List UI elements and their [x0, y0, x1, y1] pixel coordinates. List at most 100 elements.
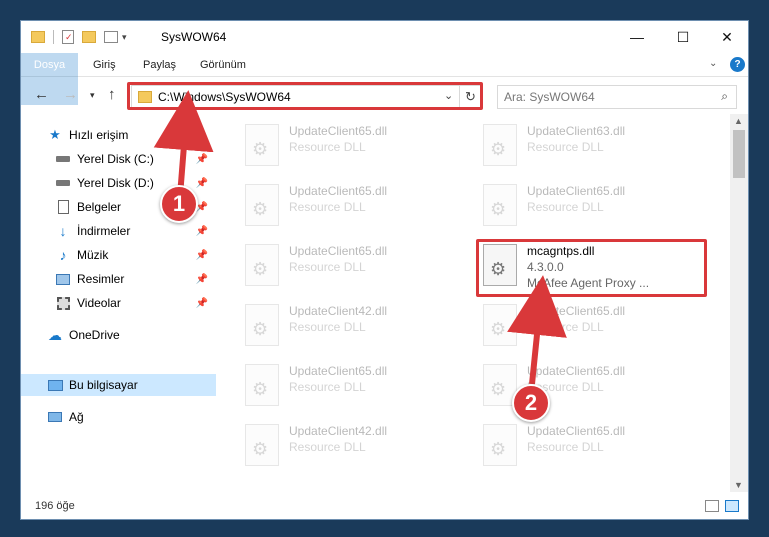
file-name: UpdateClient65.dll: [527, 364, 626, 378]
pin-icon[interactable]: 📌: [196, 154, 208, 165]
forward-arrow-icon[interactable]: →: [63, 86, 78, 103]
search-field[interactable]: Ara: SysWOW64 ⌕: [497, 85, 737, 109]
pin-icon[interactable]: 📌: [196, 298, 208, 309]
tab-home[interactable]: Giriş: [93, 53, 116, 77]
details-view-icon[interactable]: [705, 500, 719, 512]
sidebar-item-quick-access[interactable]: ★ Hızlı erişim: [21, 124, 216, 146]
folder-icon[interactable]: [31, 31, 45, 43]
dll-file-icon: ⚙: [245, 424, 279, 466]
file-type: Resource DLL: [289, 380, 366, 394]
file-type: Resource DLL: [527, 200, 604, 214]
sidebar-item-videos[interactable]: Videolar 📌: [21, 292, 216, 314]
sidebar-item-this-pc[interactable]: Bu bilgisayar: [21, 374, 216, 396]
sidebar-item-label: Videolar: [77, 296, 121, 310]
chevron-down-icon[interactable]: ▾: [122, 32, 127, 43]
status-bar: 196 öğe: [21, 492, 748, 519]
sidebar-item-onedrive[interactable]: ☁ OneDrive: [21, 324, 216, 346]
sidebar-item-network[interactable]: Ağ: [21, 406, 216, 428]
up-arrow-icon[interactable]: ↑: [108, 86, 116, 103]
tab-view[interactable]: Görünüm: [200, 53, 246, 77]
recent-chevron-icon[interactable]: ▾: [90, 90, 95, 101]
file-item[interactable]: ⚙ UpdateClient65.dll Resource DLL: [237, 120, 467, 172]
scroll-thumb[interactable]: [733, 130, 745, 178]
file-name: UpdateClient42.dll: [289, 424, 388, 438]
maximize-button[interactable]: ☐: [660, 21, 706, 53]
ribbon-expand-icon[interactable]: ⌄: [709, 58, 717, 69]
sidebar-item-label: Ağ: [69, 410, 84, 424]
window-title: SysWOW64: [161, 30, 227, 44]
file-name: UpdateClient65.dll: [527, 304, 626, 318]
dll-file-icon: ⚙: [245, 244, 279, 286]
drive-icon: [55, 175, 71, 191]
callout-2: 2: [512, 384, 550, 422]
separator: [53, 30, 54, 44]
file-type: Resource DLL: [289, 260, 366, 274]
file-item[interactable]: ⚙ UpdateClient65.dll Resource DLL: [475, 300, 705, 352]
sidebar-item-music[interactable]: ♪ Müzik 📌: [21, 244, 216, 266]
item-count: 196 öğe: [35, 500, 75, 512]
file-name: UpdateClient65.dll: [289, 124, 388, 138]
drive-icon: [55, 151, 71, 167]
file-name: UpdateClient42.dll: [289, 304, 388, 318]
help-icon[interactable]: ?: [730, 57, 745, 72]
pin-icon[interactable]: 📌: [196, 250, 208, 261]
quick-access-toolbar: ✓ ▾: [31, 30, 127, 44]
scroll-down-arrow-icon[interactable]: ▼: [734, 480, 743, 490]
sidebar-item-label: Yerel Disk (C:): [77, 152, 154, 166]
download-icon: ↓: [59, 223, 67, 239]
search-icon[interactable]: ⌕: [721, 89, 728, 104]
scroll-up-arrow-icon[interactable]: ▲: [734, 116, 743, 126]
video-icon: [55, 295, 71, 311]
close-button[interactable]: ✕: [704, 21, 748, 53]
sidebar-item-pictures[interactable]: Resimler 📌: [21, 268, 216, 290]
file-name: UpdateClient65.dll: [289, 364, 388, 378]
dll-file-icon: ⚙: [245, 124, 279, 166]
customize-icon[interactable]: [104, 31, 118, 43]
tab-share[interactable]: Paylaş: [143, 53, 176, 77]
sidebar-item-label: Bu bilgisayar: [69, 378, 138, 392]
pin-icon[interactable]: 📌: [196, 226, 208, 237]
file-item[interactable]: ⚙ UpdateClient42.dll Resource DLL: [237, 300, 467, 352]
pictures-icon: [55, 271, 71, 287]
dll-file-icon: ⚙: [483, 424, 517, 466]
sidebar-item-label: Resimler: [77, 272, 125, 286]
title-bar: ✓ ▾ SysWOW64 — ☐ ✕: [21, 21, 748, 53]
sidebar-item-downloads[interactable]: ↓ İndirmeler 📌: [21, 220, 216, 242]
sidebar-item-label: OneDrive: [69, 328, 120, 342]
file-name: UpdateClient65.dll: [527, 424, 626, 438]
navigation-pane: ★ Hızlı erişim Yerel Disk (C:) 📌 Yerel D…: [21, 114, 216, 492]
sidebar-item-local-disk-c[interactable]: Yerel Disk (C:) 📌: [21, 148, 216, 170]
file-item[interactable]: ⚙ UpdateClient65.dll Resource DLL: [475, 420, 705, 472]
dll-file-icon: ⚙: [245, 304, 279, 346]
file-name: UpdateClient63.dll: [527, 124, 626, 138]
network-icon: [47, 409, 63, 425]
file-item[interactable]: ⚙ UpdateClient65.dll Resource DLL: [237, 240, 467, 292]
explorer-window: ✓ ▾ SysWOW64 — ☐ ✕ Dosya Giriş Paylaş Gö…: [20, 20, 749, 520]
dll-file-icon: ⚙: [245, 184, 279, 226]
file-item[interactable]: ⚙ UpdateClient42.dll Resource DLL: [237, 420, 467, 472]
address-bar-highlight: [127, 82, 483, 110]
minimize-button[interactable]: —: [614, 21, 660, 53]
back-arrow-icon[interactable]: ←: [34, 86, 49, 103]
sidebar-item-label: Belgeler: [77, 200, 122, 214]
properties-icon[interactable]: ✓: [62, 30, 74, 44]
new-folder-icon[interactable]: [82, 31, 96, 43]
vertical-scrollbar[interactable]: ▲ ▼: [730, 114, 748, 492]
file-view: ⚙ UpdateClient65.dll Resource DLL ⚙ Upda…: [217, 114, 730, 492]
file-item[interactable]: ⚙ UpdateClient65.dll Resource DLL: [475, 180, 705, 232]
file-type: Resource DLL: [527, 140, 604, 154]
pin-icon[interactable]: 📌: [196, 178, 208, 189]
file-type: Resource DLL: [289, 200, 366, 214]
dll-file-icon: ⚙: [483, 184, 517, 226]
tiles-view-icon[interactable]: [725, 500, 739, 512]
file-type: Resource DLL: [289, 320, 366, 334]
file-item[interactable]: ⚙ UpdateClient63.dll Resource DLL: [475, 120, 705, 172]
file-item[interactable]: ⚙ UpdateClient65.dll Resource DLL: [237, 180, 467, 232]
ribbon: Dosya Giriş Paylaş Görünüm ⌄ ?: [21, 53, 748, 105]
pin-icon[interactable]: 📌: [196, 274, 208, 285]
file-highlight: [476, 239, 707, 297]
file-item[interactable]: ⚙ UpdateClient65.dll Resource DLL: [475, 360, 705, 412]
file-item[interactable]: ⚙ UpdateClient65.dll Resource DLL: [237, 360, 467, 412]
computer-icon: [47, 377, 63, 393]
file-name: UpdateClient65.dll: [289, 244, 388, 258]
